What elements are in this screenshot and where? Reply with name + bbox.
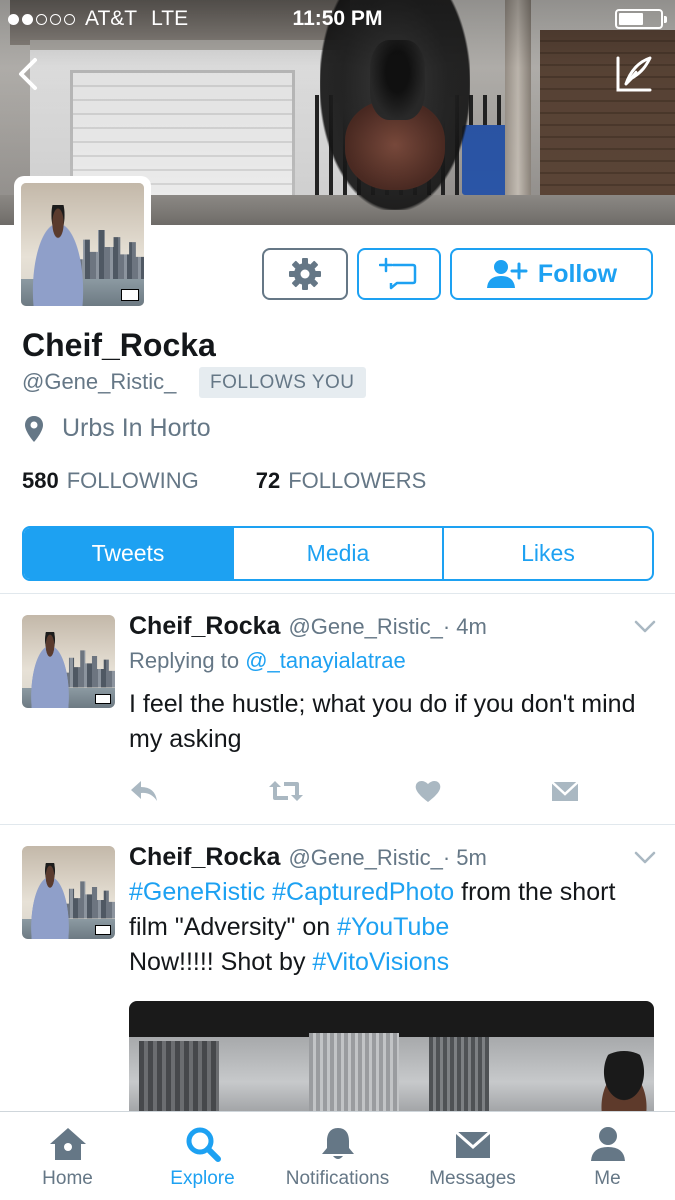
hashtag-link[interactable]: #VitoVisions — [312, 948, 449, 976]
chevron-left-icon — [19, 58, 37, 90]
search-icon — [186, 1127, 221, 1162]
profile-display-name: Cheif_Rocka — [22, 327, 216, 363]
tab-label: Me — [594, 1168, 621, 1189]
tweet[interactable]: Cheif_Rocka @Gene_Ristic_ · 4m Replying … — [0, 612, 675, 824]
tweet-timestamp: · 5m — [442, 845, 487, 870]
envelope-icon — [454, 1130, 491, 1158]
battery-icon — [615, 9, 667, 29]
person-icon — [590, 1127, 625, 1161]
tab-notifications[interactable]: Notifications — [270, 1112, 405, 1200]
like-heart-icon[interactable] — [414, 779, 442, 803]
tweet-text-segment: Now!!!!! Shot by — [129, 948, 313, 976]
profile-location: Urbs In Horto — [24, 414, 211, 443]
tweet-author-name: Cheif_Rocka — [129, 612, 281, 640]
tab-media[interactable]: Media — [232, 528, 442, 579]
tab-label: Notifications — [285, 1168, 390, 1189]
tweet-divider — [0, 824, 675, 825]
hashtag-link[interactable]: #GeneRistic — [129, 878, 265, 906]
direct-message-icon[interactable] — [551, 779, 579, 803]
replying-to-mention[interactable]: @_tanayialatrae — [245, 648, 406, 673]
profile-tabs: Tweets Media Likes — [22, 526, 654, 581]
reply-icon[interactable] — [129, 779, 159, 803]
tweet-menu-button[interactable] — [634, 851, 656, 870]
compose-tweet-button[interactable] — [612, 52, 656, 96]
media-building — [309, 1033, 399, 1113]
following-label: FOLLOWING — [66, 468, 199, 493]
tab-tweets[interactable]: Tweets — [24, 528, 232, 579]
followers-label: FOLLOWERS — [288, 468, 427, 493]
tweet-avatar[interactable] — [22, 846, 115, 939]
profile-avatar[interactable] — [14, 176, 151, 313]
hashtag-link[interactable]: #CapturedPhoto — [272, 878, 454, 906]
chevron-down-icon — [634, 851, 656, 864]
profile-handle: @Gene_Ristic_ — [22, 369, 177, 394]
direct-message-button[interactable] — [357, 248, 441, 300]
media-building — [429, 1037, 489, 1113]
tab-label: Explore — [170, 1168, 235, 1189]
back-button[interactable] — [8, 52, 48, 96]
tweet-author-name: Cheif_Rocka — [129, 843, 281, 871]
tweet-text: I feel the hustle; what you do if you do… — [129, 690, 636, 753]
profile-settings-button[interactable] — [262, 248, 348, 300]
tweet-avatar-image — [22, 615, 115, 708]
follows-you-badge: FOLLOWS YOU — [199, 367, 366, 398]
following-stat[interactable]: 580 FOLLOWING — [22, 468, 199, 494]
tab-label: Messages — [429, 1168, 516, 1189]
avatar-image — [21, 183, 144, 306]
feather-compose-icon — [616, 56, 652, 92]
tweet-avatar[interactable] — [22, 615, 115, 708]
tab-explore[interactable]: Explore — [135, 1112, 270, 1200]
tweet-header: Cheif_Rocka @Gene_Ristic_ · 5m — [129, 843, 487, 872]
location-text: Urbs In Horto — [62, 414, 211, 442]
tweet-avatar-image — [22, 846, 115, 939]
tab-me[interactable]: Me — [540, 1112, 675, 1200]
media-person — [589, 1051, 654, 1113]
gear-icon — [289, 258, 321, 290]
add-user-icon — [486, 260, 528, 288]
following-count: 580 — [22, 468, 59, 493]
home-icon — [49, 1128, 86, 1160]
tab-home[interactable]: Home — [0, 1112, 135, 1200]
hashtag-link[interactable]: #YouTube — [337, 913, 449, 941]
message-plus-icon — [379, 257, 417, 290]
bell-icon — [321, 1128, 354, 1159]
tweet-header: Cheif_Rocka @Gene_Ristic_ · 4m — [129, 612, 487, 641]
tab-messages[interactable]: Messages — [405, 1112, 540, 1200]
tweet-timestamp: · 4m — [442, 614, 487, 639]
location-pin-icon — [25, 415, 43, 442]
followers-count: 72 — [255, 468, 281, 493]
tweet-text: #GeneRistic #CapturedPhoto from the shor… — [129, 875, 654, 980]
follow-button-label: Follow — [537, 259, 618, 288]
media-building — [139, 1041, 219, 1113]
follow-button[interactable]: Follow — [450, 248, 653, 300]
chevron-down-icon — [634, 620, 656, 633]
tab-likes[interactable]: Likes — [442, 528, 652, 579]
tweet-menu-button[interactable] — [634, 620, 656, 639]
bottom-tab-bar: Home Explore Notifications Messages Me — [0, 1111, 675, 1200]
replying-to-line: Replying to @_tanayialatrae — [129, 648, 406, 674]
tweet-media-preview[interactable] — [129, 1001, 654, 1113]
tab-label: Home — [42, 1168, 93, 1189]
status-time: 11:50 PM — [292, 7, 383, 30]
timeline-divider — [0, 593, 675, 594]
status-bar: AT&T LTE 11:50 PM — [0, 0, 675, 40]
tweet-author-handle: @Gene_Ristic_ — [288, 614, 443, 639]
tweet-author-handle: @Gene_Ristic_ — [288, 845, 443, 870]
profile-stats: 580 FOLLOWING 72 FOLLOWERS — [22, 468, 426, 494]
replying-to-prefix: Replying to — [129, 648, 240, 673]
retweet-icon[interactable] — [268, 779, 304, 803]
tweet-actions — [129, 779, 579, 803]
followers-stat[interactable]: 72 FOLLOWERS — [256, 468, 427, 494]
